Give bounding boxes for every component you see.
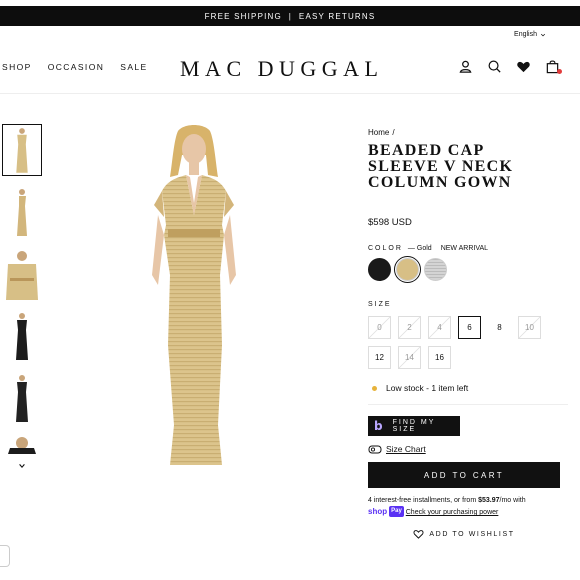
chevron-down-icon[interactable]	[18, 462, 26, 470]
size-option-2[interactable]: 2	[398, 316, 421, 339]
nav-item-shop[interactable]: SHOP	[2, 62, 32, 72]
thumbnail-black-front[interactable]	[2, 310, 42, 362]
swatch-black[interactable]	[368, 258, 391, 281]
product-title: BEADED CAP SLEEVE V NECK COLUMN GOWN	[368, 142, 514, 191]
nav-item-occasion[interactable]: OCCASION	[48, 62, 105, 72]
add-to-wishlist-button[interactable]: ADD TO WISHLIST	[368, 529, 560, 539]
stock-status: Low stock - 1 item left	[368, 383, 568, 405]
language-selector[interactable]: English	[514, 31, 546, 38]
gown-thumb-image	[16, 128, 28, 173]
find-my-size-label: FIND MY SIZE	[392, 419, 436, 433]
cart-badge	[557, 69, 562, 74]
size-option-16[interactable]: 16	[428, 346, 451, 369]
promo-banner: FREE SHIPPING | EASY RETURNS	[0, 6, 580, 26]
stock-text: Low stock - 1 item left	[386, 383, 469, 393]
tape-measure-icon	[368, 445, 382, 454]
gown-thumb-image	[6, 251, 38, 300]
accessibility-tab[interactable]	[0, 545, 10, 567]
add-to-cart-button[interactable]: ADD TO CART	[368, 462, 560, 488]
installments-prefix: 4 interest-free installments, or from	[368, 497, 477, 504]
nav-item-sale[interactable]: SALE	[120, 62, 147, 72]
header-nav: SHOP OCCASION SALE MAC DUGGAL	[0, 44, 580, 94]
promo-text: FREE SHIPPING | EASY RETURNS	[204, 11, 376, 21]
color-label: COLOR	[368, 245, 403, 252]
installments-suffix: /mo with	[499, 497, 526, 504]
size-option-4[interactable]: 4	[428, 316, 451, 339]
breadcrumb-home[interactable]: Home	[368, 128, 389, 137]
thumbnail-gold-side[interactable]	[2, 186, 42, 238]
gown-thumb-image	[8, 437, 36, 454]
header-icons	[458, 59, 562, 74]
breadcrumb: Home /	[368, 128, 568, 137]
language-label: English	[514, 31, 537, 38]
size-option-12[interactable]: 12	[368, 346, 391, 369]
breadcrumb-separator: /	[392, 128, 395, 137]
size-chart-label: Size Chart	[386, 444, 426, 454]
thumbnail-black-back[interactable]	[2, 372, 42, 424]
product-main-image[interactable]	[138, 125, 248, 475]
user-icon[interactable]	[458, 59, 473, 74]
product-info: Home / BEADED CAP SLEEVE V NECK COLUMN G…	[368, 128, 568, 539]
size-option-14[interactable]: 14	[398, 346, 421, 369]
swatch-silver[interactable]	[424, 258, 447, 281]
size-option-8[interactable]: 8	[488, 316, 511, 339]
shop-pay-shop: shop	[368, 507, 388, 516]
color-swatches	[368, 256, 568, 283]
color-dash: —	[407, 245, 415, 252]
size-label: SIZE	[368, 301, 392, 308]
installments-amount: $53.97	[478, 497, 500, 504]
search-icon[interactable]	[487, 59, 502, 74]
gown-thumb-image	[17, 189, 27, 236]
fit-logo-icon: b	[374, 419, 385, 433]
size-option-6[interactable]: 6	[458, 316, 481, 339]
stock-dot	[372, 385, 377, 391]
swatch-gold[interactable]	[394, 256, 421, 283]
gown-thumb-image	[16, 375, 28, 422]
heart-icon[interactable]	[516, 59, 531, 74]
brand-logo[interactable]: MAC DUGGAL	[180, 56, 384, 82]
gown-thumb-image	[16, 313, 28, 360]
thumbnail-gallery	[2, 124, 44, 464]
size-chart-link[interactable]: Size Chart	[368, 444, 568, 454]
purchasing-power-link[interactable]: Check your purchasing power	[406, 509, 499, 516]
size-option-10[interactable]: 10	[518, 316, 541, 339]
wishlist-label: ADD TO WISHLIST	[429, 530, 515, 538]
main-menu: SHOP OCCASION SALE	[2, 62, 148, 72]
thumbnail-gold-front[interactable]	[2, 124, 42, 176]
heart-outline-icon	[413, 530, 424, 539]
cart-button[interactable]	[545, 59, 562, 74]
color-selected: Gold	[416, 245, 432, 252]
new-arrival-badge: NEW ARRIVAL	[440, 245, 489, 252]
chevron-down-icon	[540, 33, 546, 36]
size-option-0[interactable]: 0	[368, 316, 391, 339]
thumbnail-gold-detail[interactable]	[2, 248, 42, 300]
shop-pay-pay: Pay	[389, 506, 404, 517]
installments-info: 4 interest-free installments, or from $5…	[368, 495, 568, 518]
color-row: COLOR — Gold NEW ARRIVAL	[368, 245, 568, 252]
thumbnail-black-detail[interactable]	[2, 434, 42, 454]
product-price: $598 USD	[368, 217, 412, 228]
find-my-size-button[interactable]: b FIND MY SIZE	[368, 416, 460, 436]
shop-pay-logo: shop Pay	[368, 506, 404, 517]
size-options: 0 2 4 6 8 10 12 14 16	[368, 316, 568, 369]
